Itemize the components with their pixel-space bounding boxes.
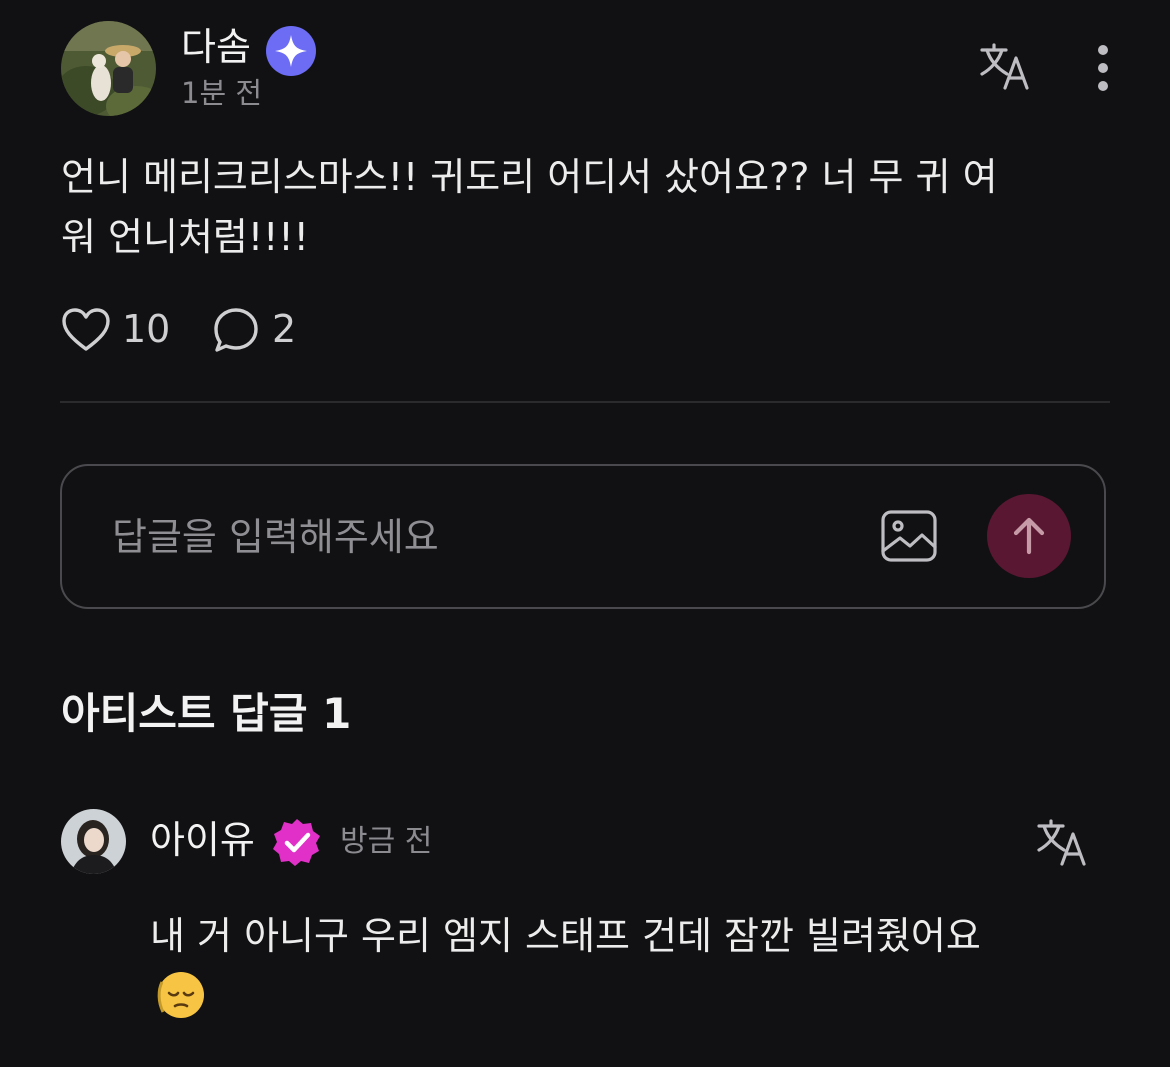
- like-count: 10: [122, 307, 171, 351]
- reply-timestamp: 방금 전: [340, 824, 433, 859]
- artist-name[interactable]: 아이유: [150, 817, 255, 863]
- translate-icon[interactable]: [979, 42, 1033, 92]
- chat-bubble-icon[interactable]: [212, 306, 260, 354]
- image-icon[interactable]: [880, 509, 938, 563]
- more-options-icon[interactable]: [1090, 44, 1116, 94]
- heart-outline-icon[interactable]: [61, 307, 111, 353]
- author-avatar[interactable]: [61, 21, 156, 116]
- arrow-up-icon: [1013, 517, 1045, 555]
- artist-avatar[interactable]: [61, 809, 126, 874]
- author-name[interactable]: 다솜: [181, 24, 251, 70]
- post-body: 언니 메리크리스마스!! 귀도리 어디서 샀어요?? 너 무 귀 여 워 언니처…: [61, 155, 998, 259]
- artist-replies-title: 아티스트 답글 1: [61, 689, 352, 738]
- artist-reply-text: 내 거 아니구 우리 엠지 스태프 건데 잠깐 빌려줬어요: [150, 914, 981, 958]
- send-button[interactable]: [987, 494, 1071, 578]
- reply-input[interactable]: 답글을 입력해주세요: [112, 512, 439, 562]
- translate-icon[interactable]: [1036, 818, 1090, 868]
- check-badge-icon: [272, 817, 322, 867]
- divider: [60, 401, 1110, 403]
- pensive-face-emoji: [154, 968, 206, 1020]
- post-timestamp: 1분 전: [181, 76, 263, 110]
- sparkle-badge-icon: [266, 26, 316, 76]
- comment-count: 2: [272, 307, 297, 351]
